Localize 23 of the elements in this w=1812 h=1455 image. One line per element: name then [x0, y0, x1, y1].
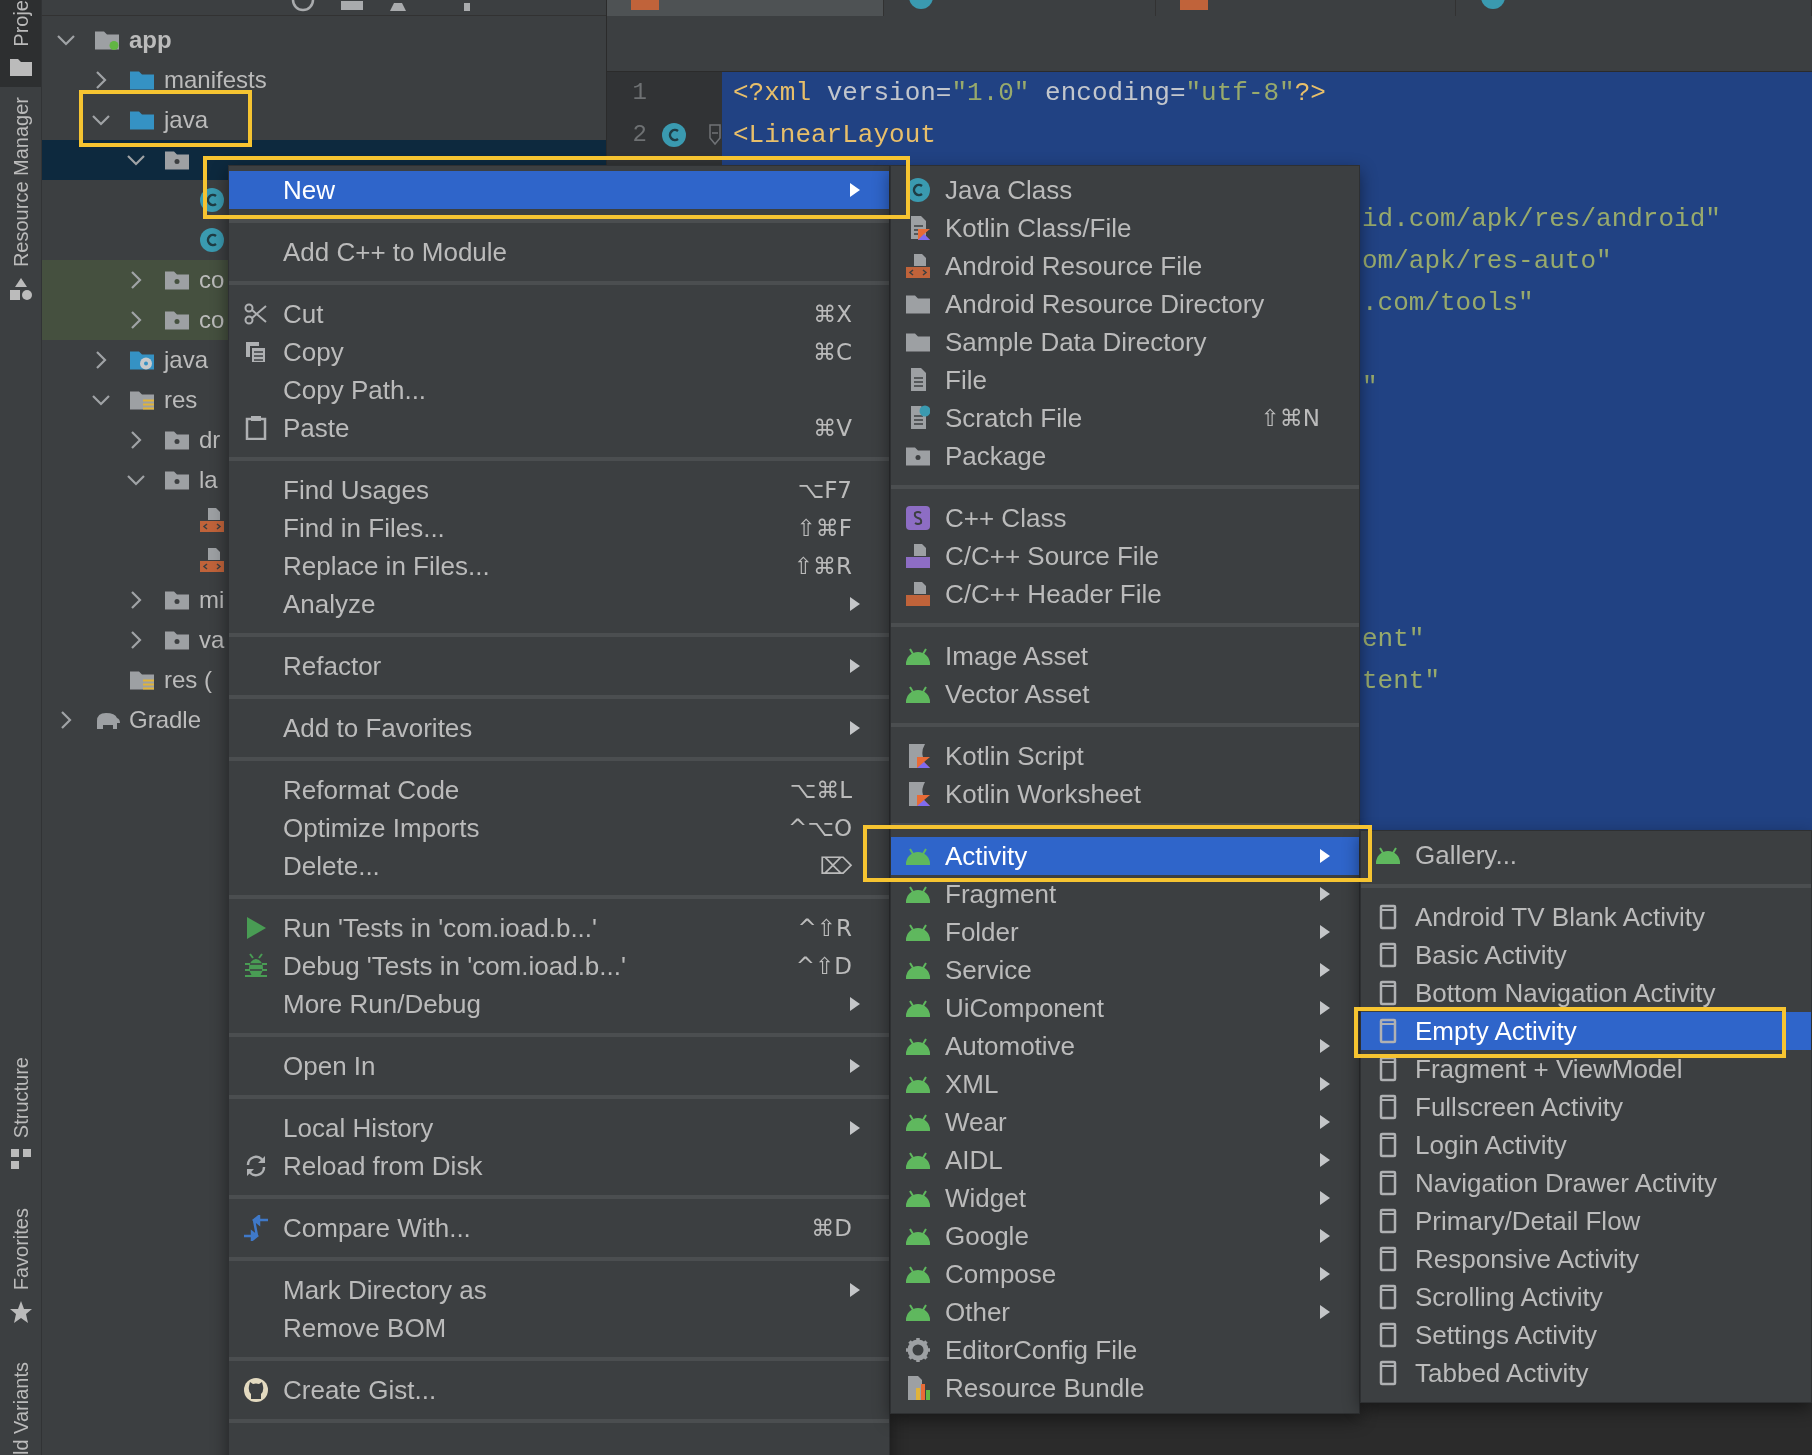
code-line: ent" — [1362, 622, 1425, 656]
shortcut-text: ⌥F7 — [797, 475, 852, 505]
shortcut-text: ⇧⌘N — [1260, 403, 1320, 433]
code-line: tent" — [1362, 664, 1440, 698]
shortcut-text: ^⇧R — [797, 913, 852, 943]
shortcut-text: ⌘X — [813, 299, 852, 329]
shortcut-text: ^⌥O — [788, 813, 852, 843]
code-line: <LinearLayout — [733, 118, 936, 152]
line-number: 1 — [631, 78, 647, 108]
line-number: 2 — [631, 120, 647, 150]
shortcut-text: ⌘V — [813, 413, 852, 443]
shortcut-text: ⇧⌘F — [796, 513, 852, 543]
code-line: om/apk/res-auto" — [1362, 244, 1612, 278]
code-line: <?xml version="1.0" encoding="utf-8"?> — [733, 76, 1326, 110]
shortcut-text: ⌥⌘L — [789, 775, 852, 805]
shortcut-text: ⌦ — [819, 851, 852, 881]
shortcut-text: ⇧⌘R — [793, 551, 852, 581]
shortcut-text: ⌘C — [812, 337, 852, 367]
shortcut-text: ⌘D — [811, 1213, 852, 1243]
shortcut-text: ^⇧D — [795, 951, 852, 981]
code-line: " — [1362, 370, 1378, 404]
code-line: .com/tools" — [1362, 286, 1534, 320]
code-line: id.com/apk/res/android" — [1362, 202, 1721, 236]
